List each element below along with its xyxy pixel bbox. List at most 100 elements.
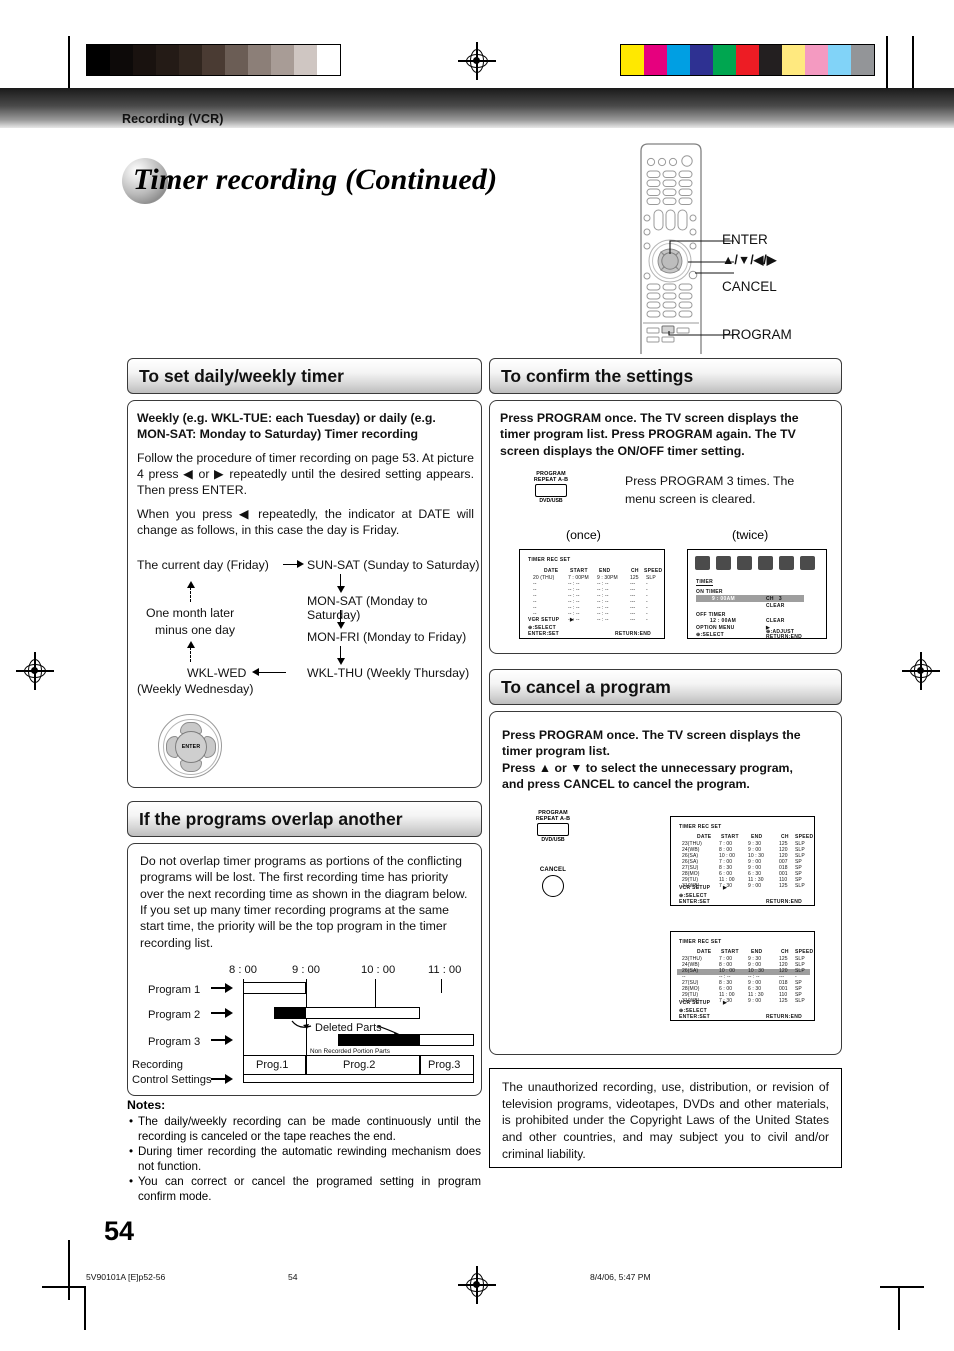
chart-annotation-non-recorded: Non Recorded Portion Parts [310,1048,390,1055]
note-bullet: • [129,1175,134,1188]
remote-callout-enter: ENTER [722,232,768,247]
label-once: (once) [566,528,601,542]
flow-loop-label-1: One month later [146,606,235,620]
registration-target-left [16,652,54,690]
flow-node-wkl-wed: WKL-WED [187,666,247,680]
flow-arrowhead-upper [186,581,195,588]
osd-cell-speed: SLP [795,883,805,889]
osd-col-end-once: END [599,568,611,574]
section-body-confirm: Press PROGRAM once. The TV screen displa… [489,400,842,654]
osd-footer-vcr-setup-once: VCR SETUP [528,617,560,623]
footer-right: 8/4/06, 5:47 PM [590,1272,651,1282]
cursor-pad-enter-hub: ENTER [175,731,207,763]
note-bullet: • [129,1115,134,1128]
flow-loop-label-2: minus one day [155,623,235,637]
lock-icon[interactable] [779,556,794,570]
flow-arrowhead-lower [186,641,195,648]
flow-arrow-bottom [259,672,286,673]
swatch-5 [736,45,759,75]
registration-target-bottom [458,1266,496,1304]
display-icon[interactable] [800,556,815,570]
crop-mark-bottom-left-corner-v [84,1286,86,1330]
disc-icon[interactable] [695,556,710,570]
confirm-bold-2: timer program list. Press PROGRAM again.… [500,427,796,442]
osd-onoff-timer: TIMER ON TIMER 9 : 00AM CH 3 CLEAR OFF T… [688,550,828,640]
tv-screen-timer-list-once: TIMER REC SET DATE START END CH SPEED 20… [519,549,665,639]
osd-option-menu: OPTION MENU [696,625,735,631]
flow-arrowhead-bottom [252,668,259,676]
osd-off-timer-clear: CLEAR [766,618,785,624]
osd-col-speed-full: SPEED [795,834,814,840]
osd-col-start-once: START [570,568,588,574]
remote-callout-program: PROGRAM [722,327,792,342]
crop-mark-bottom-right-corner-h [880,1286,924,1288]
overlap-timing-chart: 8 : 00 9 : 00 10 : 00 11 : 00 Program 1 … [128,964,483,1094]
section-header-cancel: To cancel a program [489,669,842,705]
swatch-1 [644,45,667,75]
crop-mark-top-right-v [886,36,888,88]
osd-cell-end: 9 : 00 [748,998,762,1004]
program-button-line2: REPEAT A-B [533,477,569,483]
program-button-cap [537,823,569,836]
osd-col-end-canceled: END [751,949,763,955]
color-swatch-strip [620,44,875,76]
osd-col-start-canceled: START [721,949,739,955]
osd-col-end-full: END [751,834,763,840]
osd-off-timer-value: 12 : 00AM [710,618,737,624]
osd-col-ch-canceled: CH [781,949,789,955]
flow-node-wkl-wed-sub: (Weekly Wednesday) [137,682,254,696]
swatch-4 [179,45,202,75]
cancel-button-circle [542,875,564,897]
flow-node-current-day: The current day (Friday) [137,558,269,572]
flow-arrowhead-2 [336,622,345,629]
flow-arrow-top [283,564,297,565]
osd-col-date-once: DATE [544,568,559,574]
crop-mark-left-v [68,1240,70,1300]
osd-timer-list-once: TIMER REC SET DATE START END CH SPEED 20… [520,550,666,640]
swatch-2 [667,45,690,75]
osd-timer-list-canceled: TIMER REC SET DATE START END CH SPEED 23… [671,932,816,1022]
confirm-hint-1: Press PROGRAM 3 times. The [625,474,795,488]
osd-footer-return-twice: RETURN:END [766,634,803,640]
page-number: 54 [104,1216,135,1246]
osd-cell-ch: 125 [779,883,788,889]
cursor-pad-illustration: ENTER [158,714,222,778]
copyright-notice-box: The unauthorized recording, use, distrib… [489,1068,842,1168]
cancel-bold-2: timer program list. [502,744,610,759]
footer-left: 5V90101A [E]p52-56 [86,1272,166,1282]
cancel-button-graphic: CANCEL [530,867,576,897]
osd-footer-return-canceled: RETURN:END [766,1014,803,1020]
osd-footer-return-full: RETURN:END [766,899,803,905]
osd-col-ch-once: CH [631,568,639,574]
tv-screen-timer-list-canceled: TIMER REC SET DATE START END CH SPEED 23… [670,931,815,1021]
section-header-overlap-label: If the programs overlap another [139,808,403,829]
swatch-8 [271,45,294,75]
osd-on-timer-value: 9 : 00AM [712,596,735,602]
swatch-0 [87,45,110,75]
program-button-line3: DVD/USB [541,837,565,843]
chart-result-label-1: Prog.1 [256,1059,289,1071]
osd-title-once: TIMER REC SET [528,557,571,563]
audio-icon[interactable] [716,556,731,570]
osd-col-speed-canceled: SPEED [795,949,814,955]
picture-icon[interactable] [737,556,752,570]
remote-callout-cancel: CANCEL [722,279,777,294]
osd-col-start-full: START [721,834,739,840]
swatch-1 [110,45,133,75]
wrench-icon[interactable] [758,556,773,570]
cancel-bold-4: and press CANCEL to cancel the program. [502,777,750,792]
section-header-confirm: To confirm the settings [489,358,842,394]
swatch-3 [690,45,713,75]
flow-node-sun-sat: SUN-SAT (Sunday to Saturday) [307,558,480,572]
osd-cell-ch: 125 [779,998,788,1004]
osd-col-date-full: DATE [697,834,712,840]
osd-cell-speed: - [646,617,648,623]
cancel-button-label: CANCEL [539,867,567,873]
note-item-1: • The daily/weekly recording can be made… [129,1114,481,1144]
flow-arrowhead-top [297,560,304,568]
swatch-7 [782,45,805,75]
overlap-body-2: If you set up many timer recording progr… [140,903,449,950]
program-button-cap [535,484,567,497]
footer-center: 54 [288,1272,298,1282]
swatch-9 [828,45,851,75]
